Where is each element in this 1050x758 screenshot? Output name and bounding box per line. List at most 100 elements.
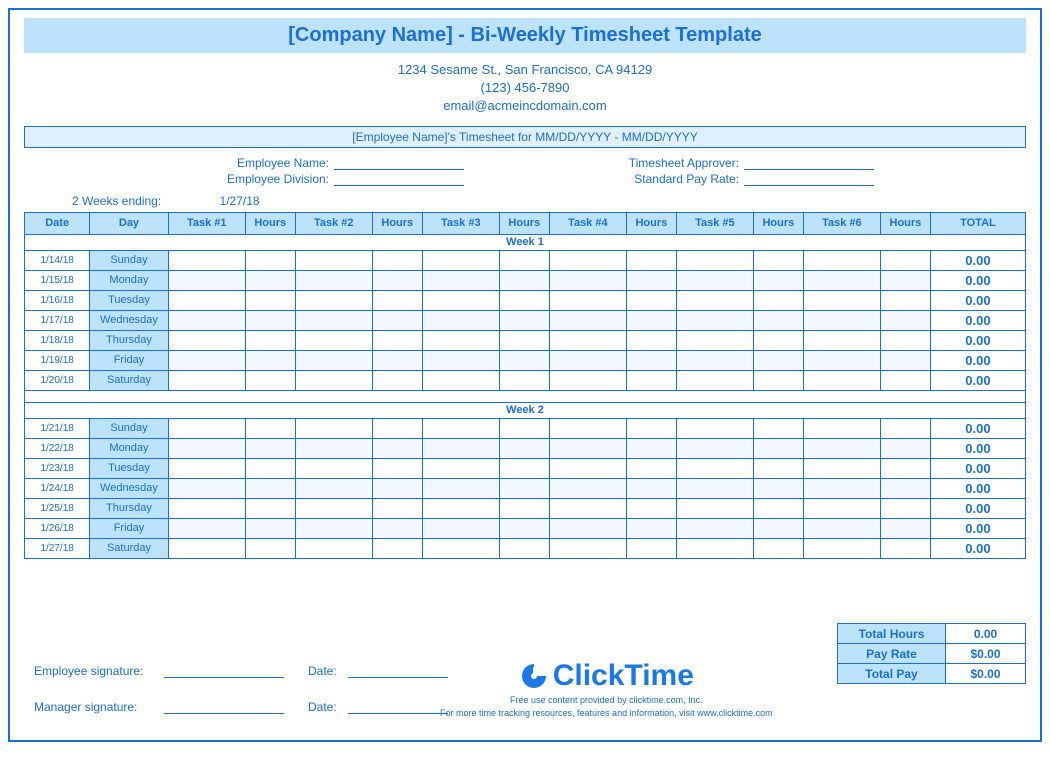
hours-cell[interactable] bbox=[499, 350, 549, 370]
hours-cell[interactable] bbox=[372, 438, 422, 458]
hours-cell[interactable] bbox=[499, 270, 549, 290]
hours-cell[interactable] bbox=[880, 538, 930, 558]
hours-cell[interactable] bbox=[626, 538, 676, 558]
hours-cell[interactable] bbox=[245, 370, 295, 390]
task-cell[interactable] bbox=[803, 290, 880, 310]
task-cell[interactable] bbox=[295, 250, 372, 270]
task-cell[interactable] bbox=[168, 498, 245, 518]
hours-cell[interactable] bbox=[372, 538, 422, 558]
hours-cell[interactable] bbox=[372, 370, 422, 390]
hours-cell[interactable] bbox=[372, 330, 422, 350]
task-cell[interactable] bbox=[168, 418, 245, 438]
hours-cell[interactable] bbox=[753, 290, 803, 310]
task-cell[interactable] bbox=[676, 438, 753, 458]
hours-cell[interactable] bbox=[499, 330, 549, 350]
task-cell[interactable] bbox=[803, 270, 880, 290]
task-cell[interactable] bbox=[168, 350, 245, 370]
hours-cell[interactable] bbox=[499, 498, 549, 518]
hours-cell[interactable] bbox=[880, 370, 930, 390]
task-cell[interactable] bbox=[295, 458, 372, 478]
hours-cell[interactable] bbox=[753, 458, 803, 478]
task-cell[interactable] bbox=[676, 518, 753, 538]
hours-cell[interactable] bbox=[626, 478, 676, 498]
task-cell[interactable] bbox=[676, 418, 753, 438]
hours-cell[interactable] bbox=[245, 518, 295, 538]
hours-cell[interactable] bbox=[372, 250, 422, 270]
task-cell[interactable] bbox=[168, 290, 245, 310]
task-cell[interactable] bbox=[295, 310, 372, 330]
task-cell[interactable] bbox=[422, 270, 499, 290]
employee-division-field[interactable] bbox=[334, 172, 464, 186]
manager-date-line[interactable] bbox=[348, 696, 448, 714]
task-cell[interactable] bbox=[295, 478, 372, 498]
hours-cell[interactable] bbox=[372, 478, 422, 498]
hours-cell[interactable] bbox=[753, 538, 803, 558]
task-cell[interactable] bbox=[422, 438, 499, 458]
employee-signature-line[interactable] bbox=[164, 660, 284, 678]
hours-cell[interactable] bbox=[626, 250, 676, 270]
hours-cell[interactable] bbox=[753, 270, 803, 290]
hours-cell[interactable] bbox=[245, 478, 295, 498]
hours-cell[interactable] bbox=[499, 518, 549, 538]
hours-cell[interactable] bbox=[626, 370, 676, 390]
hours-cell[interactable] bbox=[372, 518, 422, 538]
task-cell[interactable] bbox=[803, 458, 880, 478]
hours-cell[interactable] bbox=[499, 478, 549, 498]
task-cell[interactable] bbox=[168, 270, 245, 290]
task-cell[interactable] bbox=[422, 458, 499, 478]
task-cell[interactable] bbox=[422, 538, 499, 558]
task-cell[interactable] bbox=[295, 290, 372, 310]
hours-cell[interactable] bbox=[626, 518, 676, 538]
task-cell[interactable] bbox=[168, 370, 245, 390]
hours-cell[interactable] bbox=[753, 478, 803, 498]
hours-cell[interactable] bbox=[880, 350, 930, 370]
task-cell[interactable] bbox=[295, 370, 372, 390]
task-cell[interactable] bbox=[676, 478, 753, 498]
task-cell[interactable] bbox=[803, 330, 880, 350]
hours-cell[interactable] bbox=[880, 438, 930, 458]
task-cell[interactable] bbox=[676, 310, 753, 330]
task-cell[interactable] bbox=[803, 350, 880, 370]
manager-signature-line[interactable] bbox=[164, 696, 284, 714]
task-cell[interactable] bbox=[803, 478, 880, 498]
task-cell[interactable] bbox=[295, 418, 372, 438]
hours-cell[interactable] bbox=[753, 250, 803, 270]
hours-cell[interactable] bbox=[499, 370, 549, 390]
task-cell[interactable] bbox=[676, 270, 753, 290]
task-cell[interactable] bbox=[549, 458, 626, 478]
task-cell[interactable] bbox=[549, 270, 626, 290]
task-cell[interactable] bbox=[168, 250, 245, 270]
hours-cell[interactable] bbox=[880, 310, 930, 330]
task-cell[interactable] bbox=[168, 478, 245, 498]
hours-cell[interactable] bbox=[880, 330, 930, 350]
task-cell[interactable] bbox=[803, 418, 880, 438]
task-cell[interactable] bbox=[549, 370, 626, 390]
hours-cell[interactable] bbox=[245, 350, 295, 370]
hours-cell[interactable] bbox=[372, 310, 422, 330]
task-cell[interactable] bbox=[676, 458, 753, 478]
hours-cell[interactable] bbox=[245, 290, 295, 310]
task-cell[interactable] bbox=[295, 270, 372, 290]
hours-cell[interactable] bbox=[753, 518, 803, 538]
hours-cell[interactable] bbox=[626, 458, 676, 478]
timesheet-approver-field[interactable] bbox=[744, 156, 874, 170]
task-cell[interactable] bbox=[422, 498, 499, 518]
hours-cell[interactable] bbox=[499, 538, 549, 558]
hours-cell[interactable] bbox=[753, 350, 803, 370]
task-cell[interactable] bbox=[803, 538, 880, 558]
hours-cell[interactable] bbox=[626, 310, 676, 330]
task-cell[interactable] bbox=[422, 478, 499, 498]
hours-cell[interactable] bbox=[245, 498, 295, 518]
task-cell[interactable] bbox=[549, 478, 626, 498]
task-cell[interactable] bbox=[295, 518, 372, 538]
task-cell[interactable] bbox=[549, 518, 626, 538]
hours-cell[interactable] bbox=[626, 350, 676, 370]
hours-cell[interactable] bbox=[753, 438, 803, 458]
hours-cell[interactable] bbox=[753, 310, 803, 330]
task-cell[interactable] bbox=[549, 330, 626, 350]
hours-cell[interactable] bbox=[245, 250, 295, 270]
task-cell[interactable] bbox=[168, 538, 245, 558]
hours-cell[interactable] bbox=[753, 330, 803, 350]
task-cell[interactable] bbox=[295, 350, 372, 370]
task-cell[interactable] bbox=[295, 498, 372, 518]
